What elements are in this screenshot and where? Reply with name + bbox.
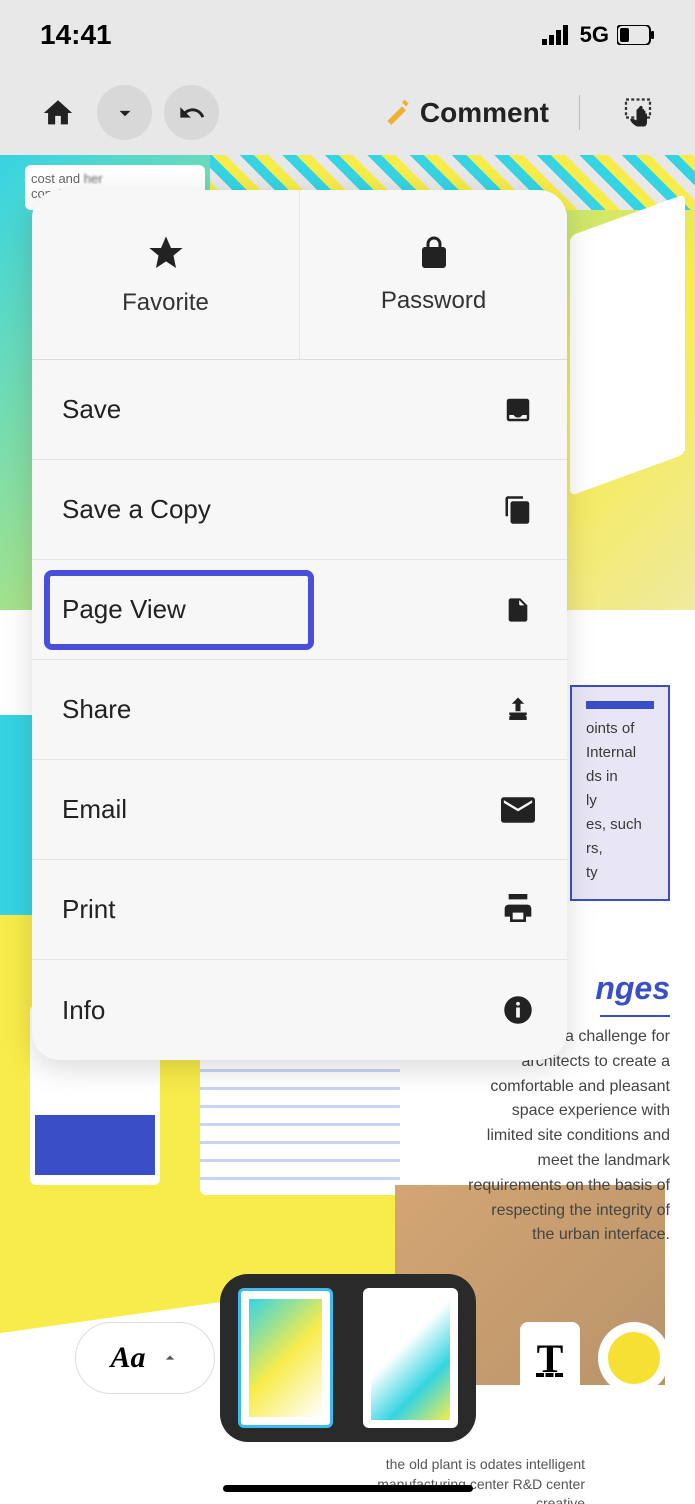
menu-save-copy[interactable]: Save a Copy <box>32 460 567 560</box>
print-icon <box>501 894 535 926</box>
battery-icon <box>617 25 655 45</box>
lock-icon <box>416 235 452 271</box>
doc-text-box: oints ofInternal ds inly es, suchrs, ty <box>570 685 670 901</box>
doc-bottom-text: the old plant is odates intelligent manu… <box>335 1455 585 1504</box>
chevron-down-icon <box>112 100 138 126</box>
undo-icon <box>178 99 206 127</box>
menu-save[interactable]: Save <box>32 360 567 460</box>
menu-info[interactable]: Info <box>32 960 567 1060</box>
screenshot-thumb-1[interactable] <box>238 1288 333 1428</box>
network-label: 5G <box>580 22 609 48</box>
status-bar: 14:41 5G <box>0 0 695 70</box>
mail-icon <box>501 797 535 823</box>
menu-print[interactable]: Print <box>32 860 567 960</box>
cellular-icon <box>542 25 572 45</box>
comment-label: Comment <box>420 97 549 129</box>
share-icon <box>503 694 533 726</box>
menu-page-view[interactable]: Page View <box>32 560 567 660</box>
dropdown-button[interactable] <box>97 85 152 140</box>
touch-mode-button[interactable] <box>610 85 665 140</box>
favorite-button[interactable]: Favorite <box>32 190 300 359</box>
text-button[interactable]: T <box>520 1322 580 1394</box>
aa-label: Aa <box>110 1341 145 1375</box>
color-button[interactable] <box>598 1322 670 1394</box>
toolbar: Comment <box>0 70 695 155</box>
screenshot-tray[interactable] <box>220 1274 476 1442</box>
info-icon <box>503 995 533 1025</box>
undo-button[interactable] <box>164 85 219 140</box>
clock: 14:41 <box>40 19 112 51</box>
text-style-button[interactable]: Aa <box>75 1322 215 1394</box>
highlighter-icon <box>382 97 414 129</box>
inbox-icon <box>503 395 533 425</box>
copy-icon <box>503 495 533 525</box>
password-button[interactable]: Password <box>300 190 567 359</box>
highlight-box <box>44 570 314 650</box>
bottom-bar: Aa T <box>0 1274 695 1442</box>
star-icon <box>146 233 186 273</box>
home-icon <box>41 96 75 130</box>
menu-share[interactable]: Share <box>32 660 567 760</box>
color-swatch <box>608 1332 660 1384</box>
page-icon <box>504 595 532 625</box>
hand-icon <box>620 95 656 131</box>
menu-email[interactable]: Email <box>32 760 567 860</box>
home-indicator[interactable] <box>223 1485 473 1492</box>
screenshot-thumb-2[interactable] <box>363 1288 458 1428</box>
menu-panel: Favorite Password Save Save a Copy Page … <box>32 190 567 1060</box>
chevron-up-icon <box>160 1348 180 1368</box>
home-button[interactable] <box>30 85 85 140</box>
comment-button[interactable]: Comment <box>382 97 549 129</box>
doc-heading: nges <box>595 970 670 1007</box>
